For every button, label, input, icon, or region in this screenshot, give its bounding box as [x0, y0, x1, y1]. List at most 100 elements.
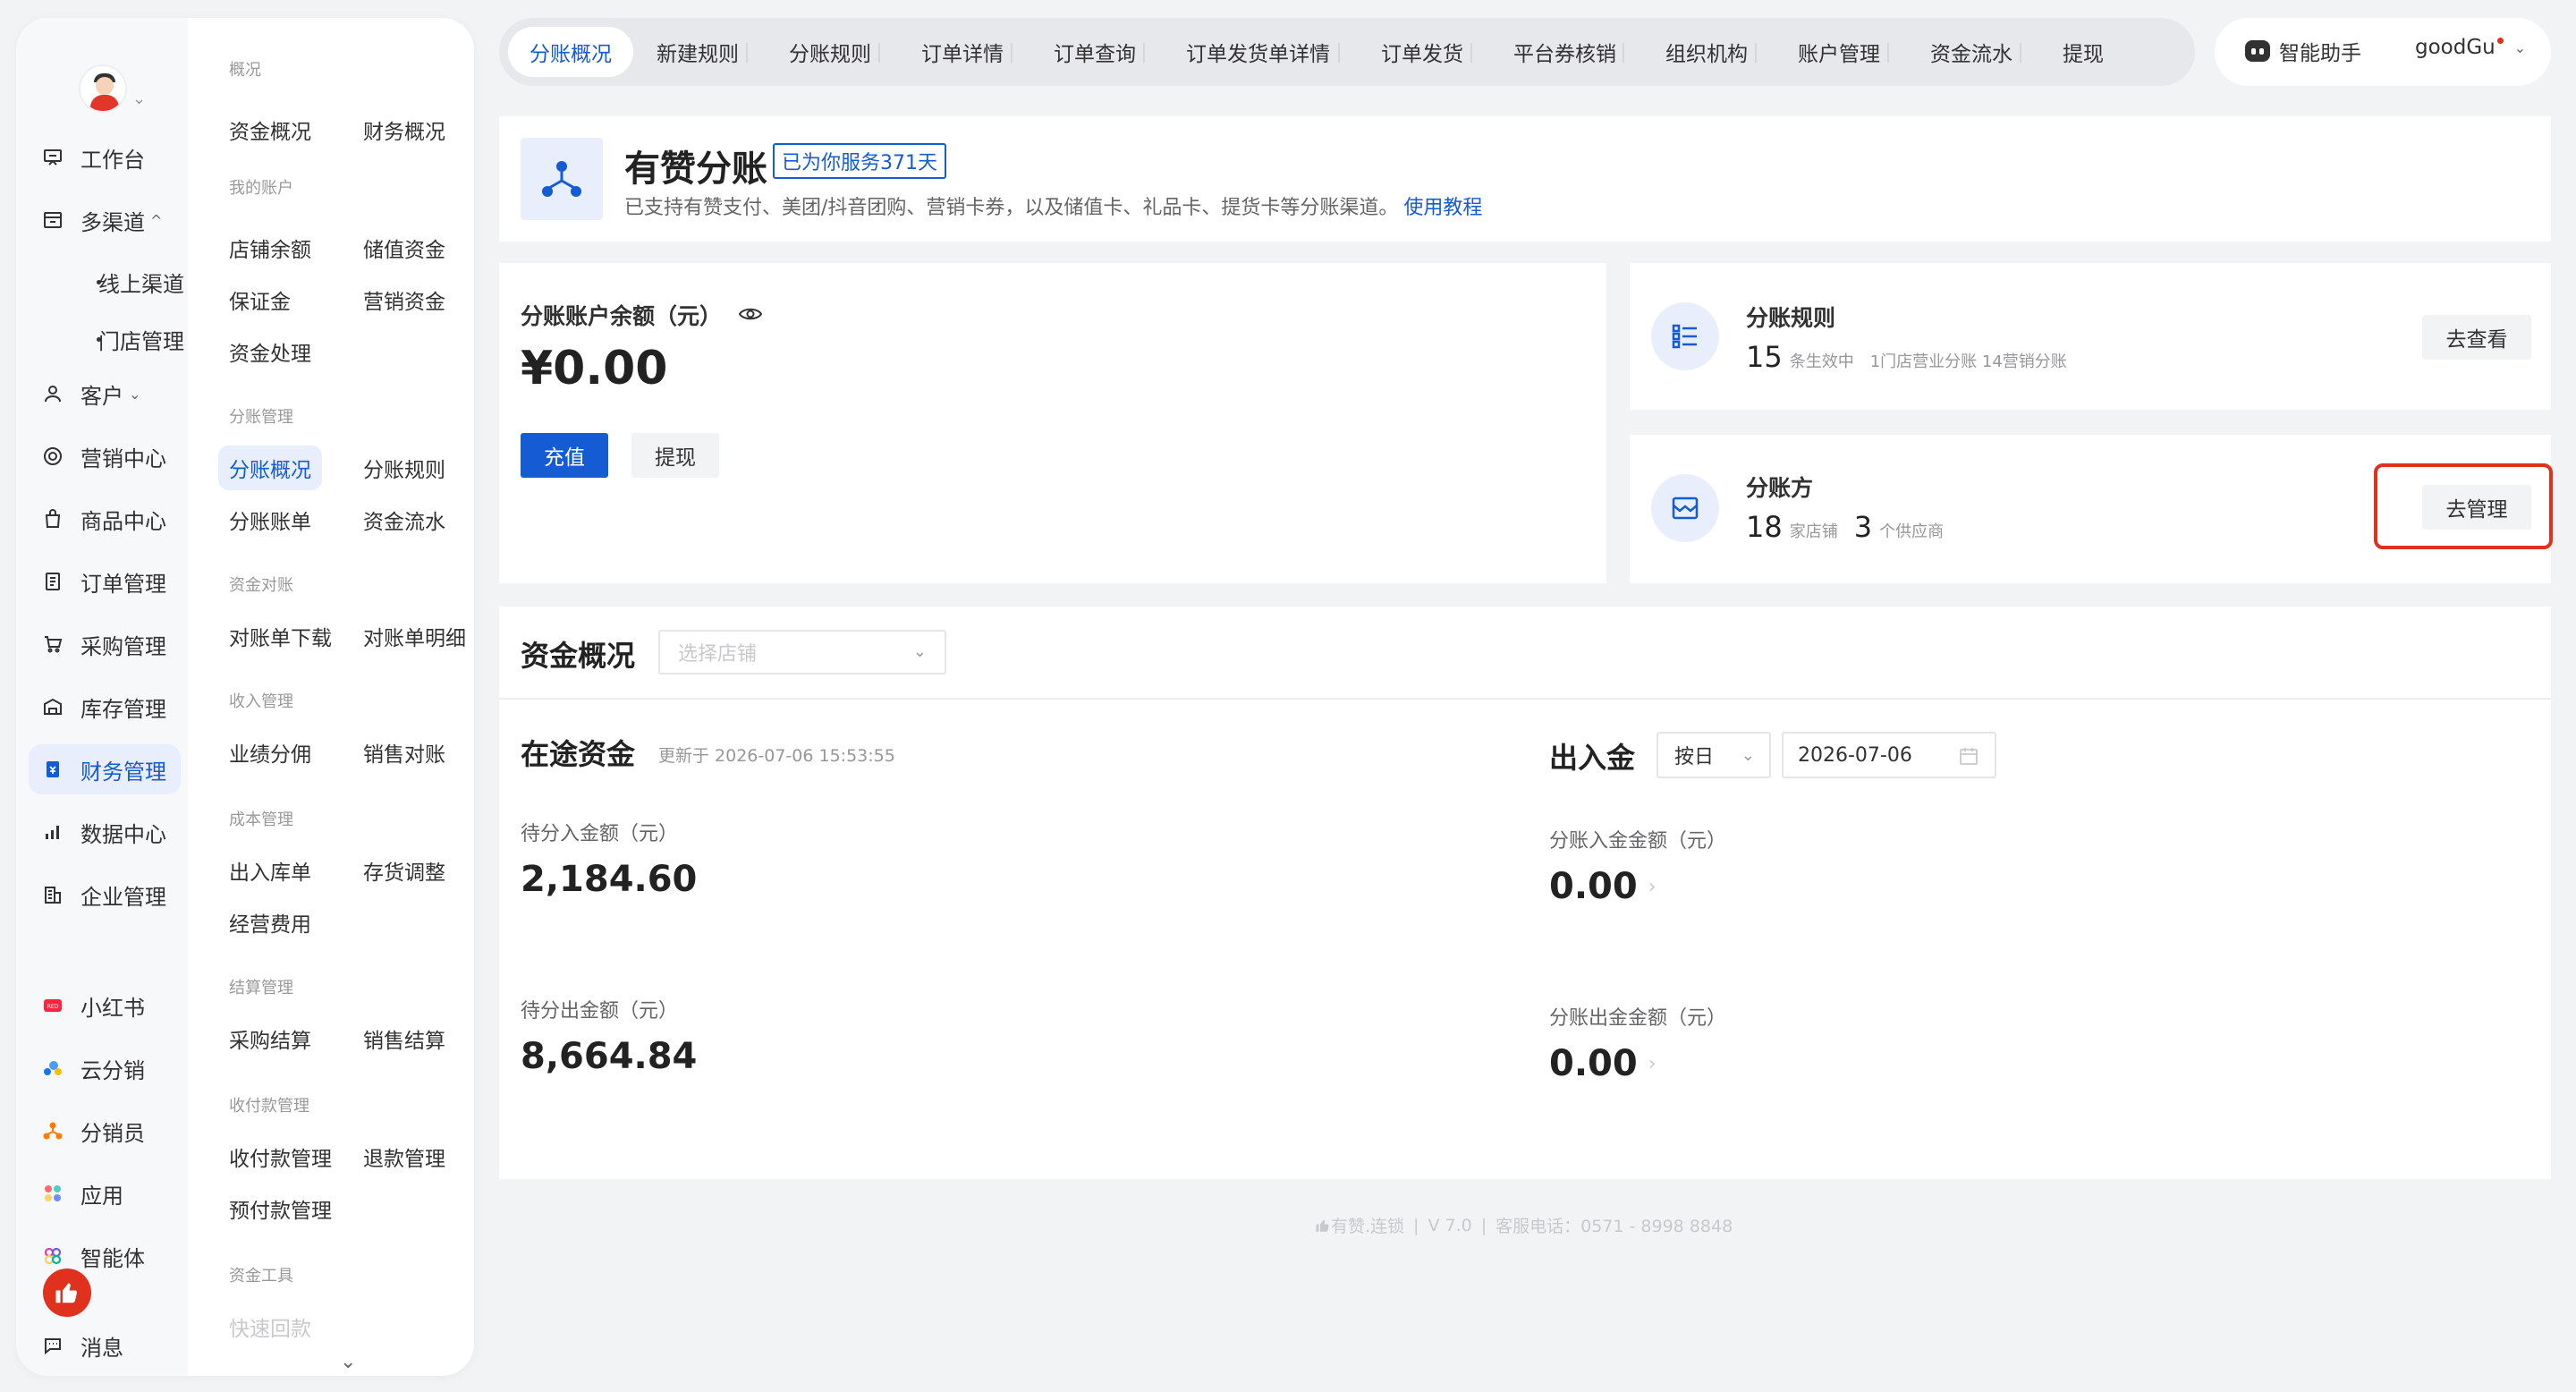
subnav-split-bills[interactable]: 分账账单 — [229, 497, 311, 542]
group-label: 我的账户 — [229, 179, 293, 198]
nav-item-workbench[interactable]: 工作台 — [39, 132, 179, 182]
tab-shipment-detail[interactable]: 订单发货单详情 — [1165, 27, 1352, 77]
subnav-fund-flow[interactable]: 资金流水 — [363, 497, 445, 542]
subnav-operating-expense[interactable]: 经营费用 — [229, 900, 311, 945]
subnav-sales-settle[interactable]: 销售结算 — [363, 1016, 445, 1061]
nav-item-customer[interactable]: 客户 ⌄ — [39, 369, 179, 419]
tab-account-mgmt[interactable]: 账户管理 — [1776, 27, 1902, 77]
split-out-value[interactable]: 0.00 › — [1549, 1043, 1657, 1084]
nav-item-orders[interactable]: 订单管理 — [39, 556, 179, 607]
nav-item-inventory[interactable]: 库存管理 — [39, 682, 179, 732]
subnav-stored-value[interactable]: 储值资金 — [363, 225, 445, 270]
nav-item-xiaohongshu[interactable]: RED 小红书 — [39, 980, 179, 1031]
period-select[interactable]: 按日 ⌄ — [1657, 732, 1771, 778]
view-rules-button[interactable]: 去查看 — [2422, 315, 2531, 360]
subnav-finance-overview[interactable]: 财务概况 — [363, 107, 445, 152]
in-transit-title: 在途资金 — [521, 737, 636, 771]
store-select[interactable]: 选择店铺 ⌄ — [658, 630, 946, 675]
subnav-sales-reconcile[interactable]: 销售对账 — [363, 730, 445, 775]
tab-new-rule[interactable]: 新建规则 — [635, 27, 760, 77]
nav-item-purchase[interactable]: 采购管理 — [39, 619, 179, 669]
eye-icon[interactable] — [738, 302, 763, 328]
nav-subitem-stores[interactable]: 门店管理 — [68, 317, 184, 361]
pending-out-label: 待分出金额（元） — [521, 1000, 679, 1023]
nav-item-cloud-distribution[interactable]: 云分销 — [39, 1043, 179, 1093]
chevron-right-icon: › — [1648, 875, 1657, 898]
tab-order-ship[interactable]: 订单发货 — [1360, 27, 1485, 77]
cart-icon — [39, 631, 66, 658]
cloud-icon — [39, 1055, 66, 1082]
split-out-label: 分账出金金额（元） — [1549, 1007, 1727, 1030]
user-icon — [39, 380, 66, 407]
subnav-split-rules[interactable]: 分账规则 — [363, 446, 445, 490]
avatar — [79, 64, 127, 113]
chevron-up-icon: ^ — [150, 211, 163, 229]
subnav-payment-mgmt[interactable]: 收付款管理 — [229, 1134, 332, 1179]
target-icon — [39, 443, 66, 470]
footer-version: V 7.0 — [1428, 1215, 1472, 1235]
group-label: 收入管理 — [229, 692, 293, 711]
tab-order-query[interactable]: 订单查询 — [1032, 27, 1157, 77]
tab-organization[interactable]: 组织机构 — [1644, 27, 1769, 77]
chevron-down-icon: ⌄ — [129, 385, 141, 403]
store-front-icon — [1651, 474, 1719, 542]
user-avatar-menu[interactable]: ⌄ — [79, 64, 146, 118]
secondary-nav: 概况 资金概况 财务概况 我的账户 店铺余额 储值资金 保证金 营销资金 资金处… — [188, 18, 474, 1376]
tab-order-detail[interactable]: 订单详情 — [900, 27, 1025, 77]
subnav-stock-adjust[interactable]: 存货调整 — [363, 848, 445, 893]
nav-item-messages[interactable]: 消息 — [39, 1320, 179, 1371]
nav-item-enterprise[interactable]: 企业管理 — [39, 870, 179, 920]
subnav-purchase-settle[interactable]: 采购结算 — [229, 1016, 311, 1061]
withdraw-button[interactable]: 提现 — [631, 433, 719, 478]
primary-nav: ⌄ 工作台 多渠道 ^ 线上渠道 门店管理 客户 ⌄ 营销中心 商品中心 订单管… — [16, 18, 188, 1376]
subnav-statement-detail[interactable]: 对账单明细 — [363, 614, 466, 658]
nav-item-marketing[interactable]: 营销中心 — [39, 431, 179, 481]
svg-text:RED: RED — [47, 1004, 59, 1010]
tab-fund-flow[interactable]: 资金流水 — [1909, 27, 2034, 77]
subnav-performance-share[interactable]: 业绩分佣 — [229, 730, 311, 775]
tab-withdraw[interactable]: 提现 — [2041, 27, 2125, 77]
chevron-down-icon[interactable]: ⌄ — [340, 1351, 356, 1373]
subnav-prepay-mgmt[interactable]: 预付款管理 — [229, 1186, 332, 1231]
tab-split-overview[interactable]: 分账概况 — [508, 27, 633, 77]
footer: 有赞.连锁 | V 7.0 | 客服电话：0571 - 8998 8848 — [1315, 1213, 1733, 1237]
rules-stat: 15 条生效中 1门店营业分账 14营销分账 — [1746, 340, 2067, 374]
tutorial-link[interactable]: 使用教程 — [1403, 197, 1482, 219]
subnav-statement-download[interactable]: 对账单下载 — [229, 614, 332, 658]
user-menu[interactable]: goodGu ⌄ — [2415, 36, 2526, 59]
smart-assistant-button[interactable]: 智能助手 — [2245, 36, 2361, 66]
tab-coupon-verify[interactable]: 平台券核销 — [1492, 27, 1638, 77]
subnav-fund-overview[interactable]: 资金概况 — [229, 107, 311, 152]
thumbs-up-icon[interactable] — [43, 1269, 91, 1317]
nav-item-multichannel[interactable]: 多渠道 ^ — [39, 195, 179, 245]
subnav-quick-collect[interactable]: 快速回款 — [229, 1304, 311, 1349]
nav-item-finance[interactable]: 财务管理 — [29, 744, 181, 794]
subnav-refund-mgmt[interactable]: 退款管理 — [363, 1134, 445, 1179]
nav-subitem-online[interactable]: 线上渠道 — [68, 259, 184, 304]
nav-item-distributor[interactable]: 分销员 — [39, 1106, 179, 1156]
nav-item-goods[interactable]: 商品中心 — [39, 494, 179, 544]
group-label: 结算管理 — [229, 979, 293, 997]
split-logo-icon — [521, 138, 603, 220]
stores-count: 18 — [1746, 510, 1783, 544]
subnav-stock-in-out[interactable]: 出入库单 — [229, 848, 311, 893]
nav-item-data[interactable]: 数据中心 — [39, 807, 179, 857]
xiaohongshu-icon: RED — [39, 992, 66, 1019]
subnav-deposit[interactable]: 保证金 — [229, 277, 291, 322]
page-description: 已支持有赞支付、美团/抖音团购、营销卡券，以及储值卡、礼品卡、提货卡等分账渠道。… — [624, 197, 1483, 219]
calendar-icon — [1959, 746, 1979, 771]
tab-split-rules[interactable]: 分账规则 — [767, 27, 893, 77]
subnav-marketing-funds[interactable]: 营销资金 — [363, 277, 445, 322]
divider — [499, 698, 2551, 700]
date-picker[interactable]: 2026-07-06 — [1782, 732, 1996, 778]
recharge-button[interactable]: 充值 — [521, 433, 608, 478]
subnav-split-overview[interactable]: 分账概况 — [218, 446, 322, 490]
assistant-bar: 智能助手 goodGu ⌄ — [2215, 18, 2551, 86]
bag-icon — [39, 505, 66, 532]
nav-item-apps[interactable]: 应用 — [39, 1168, 179, 1218]
split-in-value[interactable]: 0.00 › — [1549, 866, 1657, 907]
suppliers-count: 3 — [1853, 510, 1873, 544]
footer-phone: 客服电话：0571 - 8998 8848 — [1496, 1217, 1733, 1236]
subnav-fund-processing[interactable]: 资金处理 — [229, 329, 311, 374]
subnav-store-balance[interactable]: 店铺余额 — [229, 225, 311, 270]
